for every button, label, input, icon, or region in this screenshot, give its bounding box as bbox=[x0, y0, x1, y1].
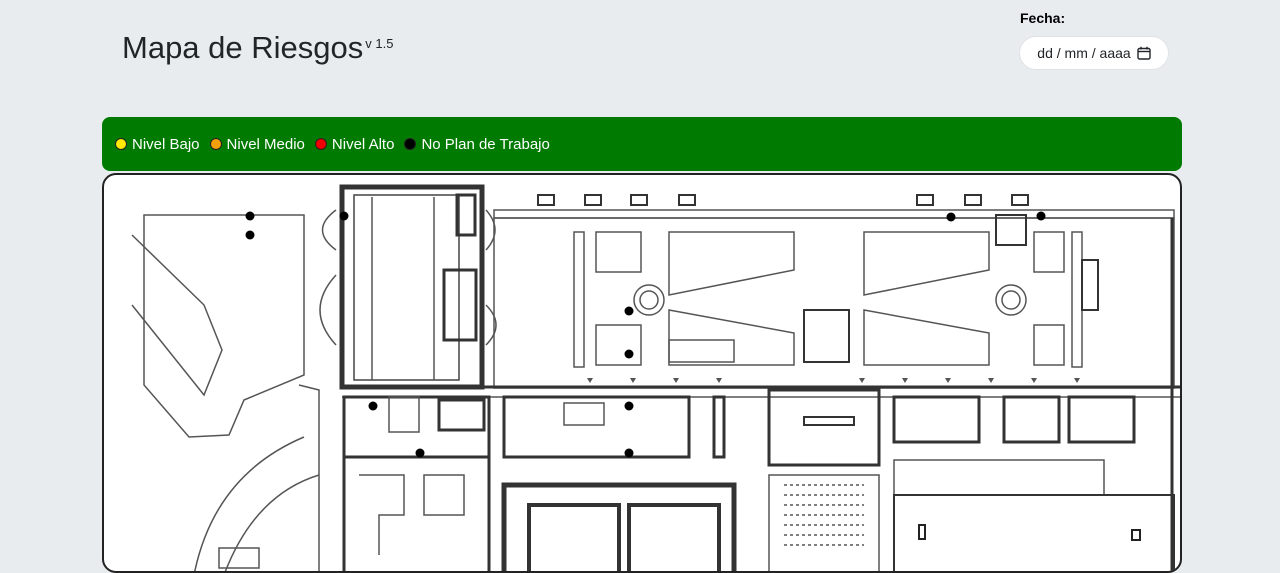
risk-marker[interactable] bbox=[624, 349, 634, 359]
page-title: Mapa de Riesgos v 1.5 bbox=[122, 30, 393, 66]
risk-marker[interactable] bbox=[339, 211, 349, 221]
version-label: v 1.5 bbox=[365, 36, 394, 51]
legend-label-no-plan: No Plan de Trabajo bbox=[421, 135, 550, 153]
floor-plan-map[interactable] bbox=[102, 173, 1182, 573]
legend-item-no-plan: No Plan de Trabajo bbox=[404, 135, 550, 153]
legend-item-low: Nivel Bajo bbox=[115, 136, 200, 153]
risk-marker[interactable] bbox=[245, 211, 255, 221]
risk-marker[interactable] bbox=[946, 212, 956, 222]
risk-marker[interactable] bbox=[624, 306, 634, 316]
date-input[interactable]: dd / mm / aaaa bbox=[1019, 36, 1169, 70]
date-placeholder: dd / mm / aaaa bbox=[1037, 45, 1131, 61]
red-dot-icon bbox=[314, 138, 327, 150]
legend-item-medium: Nivel Medio bbox=[209, 135, 305, 153]
yellow-dot-icon bbox=[115, 138, 127, 150]
floor-plan-drawing bbox=[131, 184, 1180, 571]
risk-marker[interactable] bbox=[368, 401, 378, 411]
black-dot-icon bbox=[404, 138, 417, 150]
orange-dot-icon bbox=[209, 138, 222, 150]
risk-marker[interactable] bbox=[624, 401, 634, 411]
risk-marker[interactable] bbox=[245, 230, 255, 240]
legend-label-high: Nivel Alto bbox=[331, 135, 395, 153]
legend-label-medium: Nivel Medio bbox=[226, 135, 305, 153]
risk-marker[interactable] bbox=[624, 448, 634, 458]
legend-item-high: Nivel Alto bbox=[314, 135, 395, 153]
legend-label-low: Nivel Bajo bbox=[132, 135, 200, 153]
date-label: Fecha: bbox=[1020, 10, 1066, 26]
legend-bar: Nivel Bajo Nivel Medio Nivel Alto No Pla… bbox=[102, 117, 1182, 171]
risk-marker[interactable] bbox=[415, 448, 425, 458]
page-title-text: Mapa de Riesgos bbox=[122, 30, 364, 65]
risk-marker[interactable] bbox=[1036, 211, 1046, 221]
calendar-icon[interactable] bbox=[1136, 46, 1151, 60]
